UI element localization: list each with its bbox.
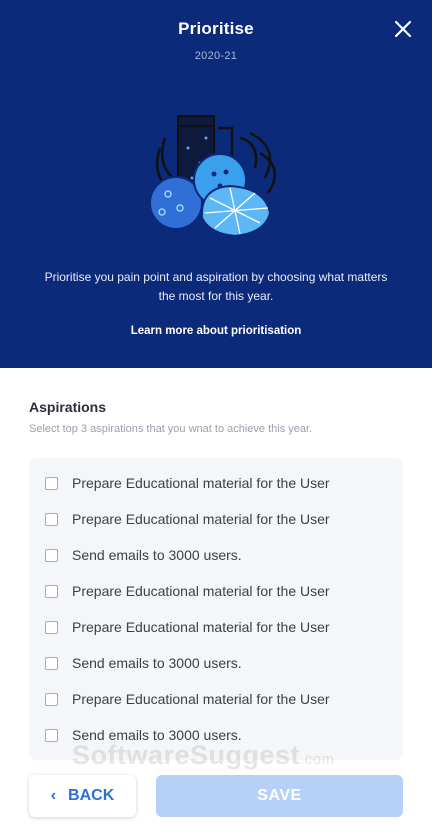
aspiration-label: Prepare Educational material for the Use… [72, 583, 330, 599]
aspiration-label: Prepare Educational material for the Use… [72, 475, 330, 491]
header-panel: Prioritise 2020-21 Prioritise you pain p… [0, 0, 432, 368]
aspiration-item[interactable]: Prepare Educational material for the Use… [45, 472, 385, 494]
save-label: SAVE [257, 787, 302, 804]
aspiration-item[interactable]: Prepare Educational material for the Use… [45, 616, 385, 638]
checkbox[interactable] [45, 656, 58, 670]
aspirations-subtitle: Select top 3 aspirations that you wnat t… [29, 423, 313, 435]
aspiration-label: Send emails to 3000 users. [72, 655, 242, 671]
learn-more-link[interactable]: Learn more about prioritisation [0, 325, 432, 337]
aspiration-item[interactable]: Send emails to 3000 users. [45, 652, 385, 674]
aspiration-label: Send emails to 3000 users. [72, 547, 242, 563]
year-label: 2020-21 [194, 50, 238, 62]
header-description: Prioritise you pain point and aspiration… [44, 270, 388, 303]
aspirations-list: Prepare Educational material for the Use… [29, 458, 403, 760]
checkbox[interactable] [45, 548, 58, 562]
checkbox[interactable] [45, 620, 58, 634]
aspiration-label: Prepare Educational material for the Use… [72, 691, 330, 707]
back-button[interactable]: ‹ BACK [29, 775, 136, 817]
checkbox[interactable] [45, 512, 58, 526]
plant-spheres-illustration [149, 115, 277, 238]
aspiration-item[interactable]: Prepare Educational material for the Use… [45, 580, 385, 602]
aspiration-label: Prepare Educational material for the Use… [72, 619, 330, 635]
checkbox[interactable] [45, 584, 58, 598]
back-label: BACK [68, 787, 115, 804]
aspiration-label: Prepare Educational material for the Use… [72, 511, 330, 527]
close-button[interactable] [390, 16, 416, 42]
aspiration-item[interactable]: Prepare Educational material for the Use… [45, 508, 385, 530]
page-title: Prioritise [178, 19, 254, 38]
chevron-left-icon: ‹ [50, 787, 57, 804]
watermark-brand: SoftwareSuggest [72, 740, 301, 770]
checkbox[interactable] [45, 692, 58, 706]
close-icon [394, 20, 412, 38]
watermark-suffix: .com [300, 751, 335, 768]
checkbox[interactable] [45, 728, 58, 742]
aspiration-item[interactable]: Send emails to 3000 users. [45, 544, 385, 566]
watermark: SoftwareSuggest.com [72, 740, 372, 771]
aspiration-item[interactable]: Prepare Educational material for the Use… [45, 688, 385, 710]
save-button[interactable]: SAVE [156, 775, 403, 817]
checkbox[interactable] [45, 476, 58, 490]
aspirations-title: Aspirations [29, 399, 107, 415]
